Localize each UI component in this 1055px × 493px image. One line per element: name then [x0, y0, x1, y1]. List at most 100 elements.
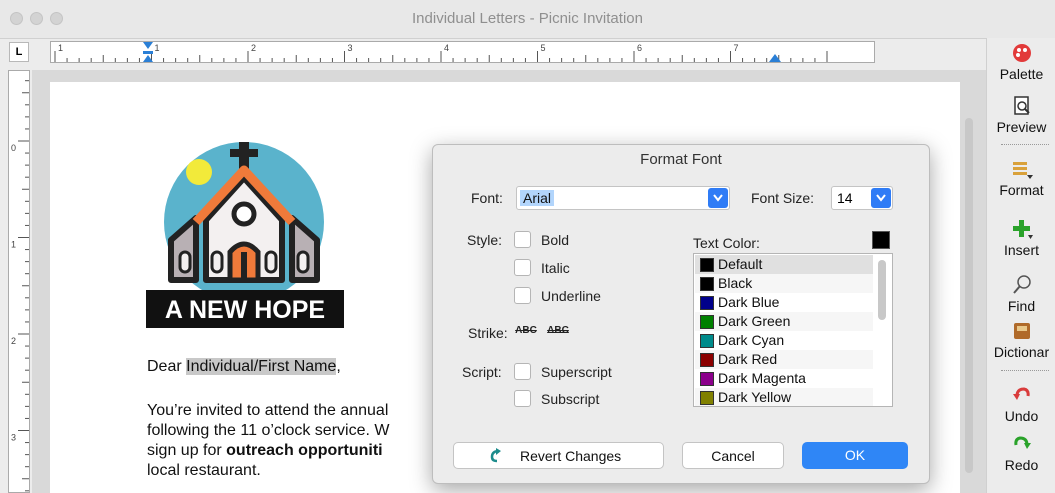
color-option-default[interactable]: Default	[695, 255, 873, 274]
ruler-number: 6	[637, 43, 642, 53]
swatch	[700, 258, 714, 272]
preview-button[interactable]: Preview	[987, 95, 1055, 135]
undo-icon	[1012, 387, 1030, 400]
title-bar: Individual Letters - Picnic Invitation	[0, 0, 1055, 39]
color-name: Dark Cyan	[718, 332, 785, 348]
superscript-checkbox[interactable]	[514, 363, 531, 380]
dialog-title: Format Font	[640, 151, 722, 168]
font-dropdown[interactable]: Arial	[516, 186, 730, 210]
color-option-dark-magenta[interactable]: Dark Magenta	[695, 369, 873, 388]
merge-field-first-name[interactable]: Individual/First Name	[186, 358, 337, 375]
color-option-dark-yellow[interactable]: Dark Yellow	[695, 388, 873, 406]
ruler-number: 2	[251, 43, 256, 53]
current-color-swatch	[872, 231, 890, 249]
font-size-chevron-icon[interactable]	[871, 188, 891, 208]
font-dropdown-chevron-icon[interactable]	[708, 188, 728, 208]
church-logo: A NEW HOPE	[146, 142, 344, 328]
document-scrollbar[interactable]	[965, 118, 973, 473]
color-option-dark-cyan[interactable]: Dark Cyan	[695, 331, 873, 350]
dictionary-button[interactable]: Dictionar	[987, 320, 1055, 360]
underline-label: Underline	[541, 288, 601, 304]
font-size-dropdown[interactable]: 14	[831, 186, 893, 210]
ruler-number: 5	[541, 43, 546, 53]
revert-changes-button[interactable]: Revert Changes	[453, 442, 664, 469]
ruler-number: 1	[155, 43, 160, 53]
color-name: Dark Red	[718, 351, 778, 367]
style-label: Style:	[467, 232, 503, 248]
color-option-dark-green[interactable]: Dark Green	[695, 312, 873, 331]
redo-icon	[1013, 436, 1031, 449]
bold-fragment: outreach opportuniti	[226, 442, 383, 459]
format-label: Format	[999, 182, 1044, 198]
salutation-suffix: ,	[336, 358, 341, 375]
salutation-line: Dear Individual/First Name,	[147, 358, 341, 376]
color-name: Dark Blue	[718, 294, 780, 310]
italic-checkbox[interactable]	[514, 259, 531, 276]
find-button[interactable]: Find	[987, 274, 1055, 314]
format-font-dialog: Format Font Font: Arial Font Size: 14 St…	[432, 144, 930, 484]
find-icon	[1012, 275, 1031, 294]
underline-checkbox[interactable]	[514, 287, 531, 304]
preview-icon	[1013, 96, 1030, 115]
palette-button[interactable]: Palette	[987, 42, 1055, 82]
superscript-label: Superscript	[541, 364, 612, 380]
script-label: Script:	[462, 364, 502, 380]
horizontal-ruler[interactable]: 1 1 2 3 4 5 6 7	[50, 41, 875, 63]
bold-checkbox[interactable]	[514, 231, 531, 248]
color-name: Dark Magenta	[718, 370, 806, 386]
insert-label: Insert	[1003, 242, 1039, 258]
dictionary-icon	[1013, 323, 1030, 339]
ruler-number: 1	[11, 240, 16, 250]
text-color-label: Text Color:	[693, 235, 760, 251]
right-toolbar: Palette Preview Format Insert Find Dicti…	[986, 38, 1055, 493]
ruler-number: 4	[444, 43, 449, 53]
ruler-number: 7	[734, 43, 739, 53]
swatch	[700, 391, 714, 405]
tab-stop-selector[interactable]: L	[9, 42, 29, 62]
color-option-dark-blue[interactable]: Dark Blue	[695, 293, 873, 312]
swatch	[700, 296, 714, 310]
redo-button[interactable]: Redo	[987, 433, 1055, 473]
color-list-scrollbar[interactable]	[878, 260, 886, 320]
ok-button[interactable]: OK	[802, 442, 908, 469]
insert-icon	[1012, 220, 1033, 239]
ruler-number: 0	[11, 143, 16, 153]
color-name: Dark Green	[718, 313, 791, 329]
insert-button[interactable]: Insert	[987, 218, 1055, 258]
cancel-button[interactable]: Cancel	[682, 442, 784, 469]
font-size-value: 14	[837, 190, 853, 206]
color-option-dark-red[interactable]: Dark Red	[695, 350, 873, 369]
font-value: Arial	[520, 190, 555, 206]
window-title: Individual Letters - Picnic Invitation	[412, 10, 643, 27]
swatch	[700, 372, 714, 386]
salutation-prefix: Dear	[147, 358, 187, 375]
find-label: Find	[1007, 298, 1036, 314]
undo-button[interactable]: Undo	[987, 384, 1055, 424]
revert-icon	[490, 448, 501, 463]
color-name: Black	[718, 275, 753, 291]
body-line-4: local restaurant.	[147, 462, 261, 479]
strikethrough-single-button[interactable]: ABC	[512, 318, 540, 344]
color-option-black[interactable]: Black	[695, 274, 873, 293]
body-line-3: sign up for outreach opportuniti	[147, 442, 383, 460]
vertical-ruler: 0 1 2 3	[8, 70, 30, 493]
font-label: Font:	[471, 190, 503, 206]
palette-icon	[1012, 44, 1031, 62]
ruler-number: 2	[11, 336, 16, 346]
subscript-label: Subscript	[541, 391, 600, 407]
swatch	[700, 277, 714, 291]
format-button[interactable]: Format	[987, 158, 1055, 198]
undo-label: Undo	[1004, 408, 1039, 424]
dictionary-label: Dictionar	[993, 344, 1050, 360]
revert-label: Revert Changes	[520, 448, 622, 464]
strikethrough-double-button[interactable]: ABC	[544, 318, 572, 344]
swatch	[700, 353, 714, 367]
format-icon	[1012, 162, 1033, 179]
text-color-list[interactable]: Default Black Dark Blue Dark Green Dark …	[693, 253, 893, 407]
swatch	[700, 334, 714, 348]
ruler-number: 1	[58, 43, 63, 53]
bold-label: Bold	[541, 232, 570, 248]
ruler-number: 3	[348, 43, 353, 53]
body-line-3-text: sign up for	[147, 442, 227, 459]
subscript-checkbox[interactable]	[514, 390, 531, 407]
